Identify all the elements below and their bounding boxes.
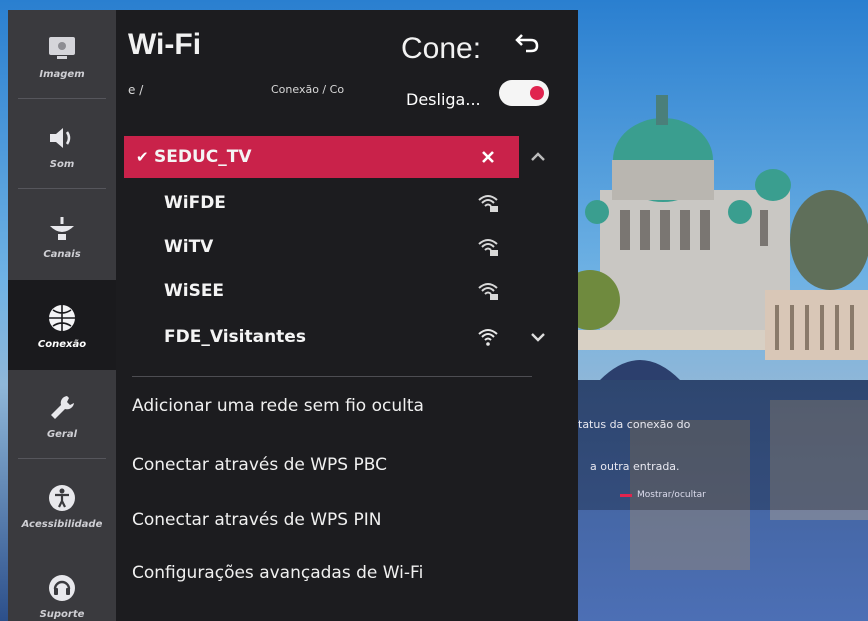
rail-item-geral[interactable]: Geral <box>8 370 116 460</box>
speaker-icon <box>45 121 79 155</box>
toggle-knob <box>530 86 544 100</box>
rail-label-geral: Geral <box>46 428 78 440</box>
network-item[interactable]: FDE_Visitantes <box>124 316 519 358</box>
back-button[interactable] <box>514 32 540 54</box>
rail-item-canais[interactable]: Canais <box>8 190 116 280</box>
network-name: WiTV <box>164 237 214 257</box>
support-icon <box>45 571 79 605</box>
scroll-down-icon[interactable] <box>528 327 548 347</box>
rail-item-imagem[interactable]: Imagem <box>8 10 116 100</box>
advanced-wifi-settings-button[interactable]: Configurações avançadas de Wi-Fi <box>132 563 423 583</box>
settings-category-rail: Imagem Som Canais Conexão Geral Acessibi… <box>8 10 116 621</box>
breadcrumb-left: e / <box>128 83 144 97</box>
background-dialog-toggle: Mostrar/ocultar <box>620 490 706 500</box>
rail-label-conexao: Conexão <box>37 338 87 350</box>
wps-pin-button[interactable]: Conectar através de WPS PIN <box>132 510 382 530</box>
rail-item-conexao[interactable]: Conexão <box>8 280 116 370</box>
rail-label-suporte: Suporte <box>39 608 85 620</box>
rail-label-som: Som <box>49 158 75 170</box>
wifi-settings-panel: Wi-Fi e / Conexão / Co Cone: Desliga... … <box>116 10 578 621</box>
rail-label-imagem: Imagem <box>39 68 85 80</box>
wifi-icon <box>477 326 499 348</box>
network-item[interactable]: WiSEE <box>124 270 519 312</box>
connection-title: Cone: <box>401 32 482 65</box>
wifi-toggle[interactable] <box>499 80 549 106</box>
network-name: FDE_Visitantes <box>164 327 306 347</box>
wifi-lock-icon <box>477 192 499 214</box>
rail-item-acessibilidade[interactable]: Acessibilidade <box>8 460 116 550</box>
checkmark-icon: ✔ <box>136 148 149 166</box>
red-key-indicator <box>620 493 632 497</box>
rail-label-acessibilidade: Acessibilidade <box>21 518 103 530</box>
rail-divider <box>18 458 106 459</box>
network-name: WiSEE <box>164 281 225 301</box>
scroll-up-icon[interactable] <box>528 147 548 167</box>
rail-divider <box>18 188 106 189</box>
background-dialog-toggle-label: Mostrar/ocultar <box>637 490 706 500</box>
network-item[interactable]: WiTV <box>124 226 519 268</box>
wps-pbc-button[interactable]: Conectar através de WPS PBC <box>132 455 387 475</box>
divider <box>132 376 532 377</box>
rail-item-suporte[interactable]: Suporte <box>8 550 116 621</box>
network-name: WiFDE <box>164 193 226 213</box>
add-hidden-network-button[interactable]: Adicionar uma rede sem fio oculta <box>132 396 424 416</box>
rail-label-canais: Canais <box>43 248 81 260</box>
wifi-toggle-label: Desliga... <box>406 90 481 109</box>
globe-icon <box>45 301 79 335</box>
background-dialog-line-1: tatus da conexão do <box>578 418 691 431</box>
network-item-selected[interactable]: ✔ SEDUC_TV <box>124 136 519 178</box>
breadcrumb: Conexão / Co <box>271 83 345 96</box>
rail-divider <box>18 98 106 99</box>
close-icon[interactable] <box>477 146 499 168</box>
wifi-lock-icon <box>477 236 499 258</box>
wifi-lock-icon <box>477 280 499 302</box>
antenna-icon <box>45 211 79 245</box>
network-item[interactable]: WiFDE <box>124 182 519 224</box>
wrench-icon <box>45 391 79 425</box>
picture-icon <box>45 31 79 65</box>
page-title: Wi-Fi <box>128 28 202 61</box>
back-arrow-icon <box>515 34 539 53</box>
network-name: SEDUC_TV <box>154 147 252 167</box>
rail-item-som[interactable]: Som <box>8 100 116 190</box>
background-dialog-line-2: a outra entrada. <box>590 460 680 473</box>
accessibility-icon <box>45 481 79 515</box>
